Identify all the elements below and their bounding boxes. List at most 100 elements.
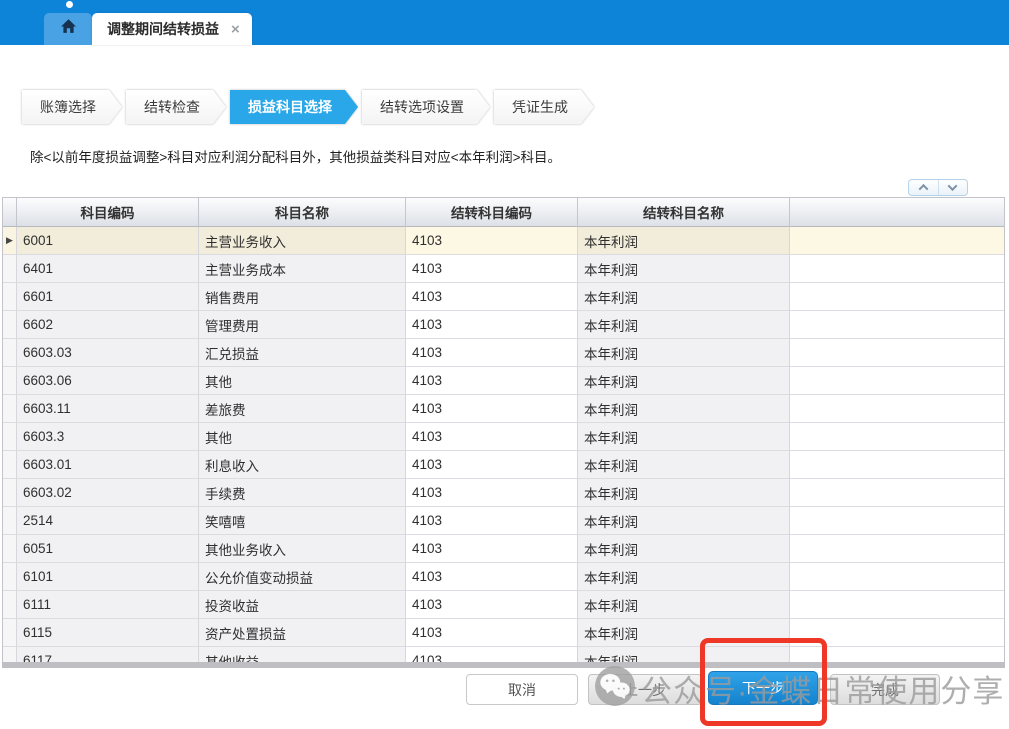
scroll-down-button[interactable] — [938, 180, 968, 195]
cell-subject-code[interactable]: 6401 — [17, 255, 199, 283]
cell-subject-code[interactable]: 6603.03 — [17, 339, 199, 367]
cell-subject-code[interactable]: 6601 — [17, 283, 199, 311]
cell-target-code[interactable]: 4103 — [406, 423, 578, 451]
cell-target-code[interactable]: 4103 — [406, 395, 578, 423]
table-row[interactable]: 6051 其他业务收入 4103 本年利润 — [3, 535, 1004, 563]
table-row[interactable]: 6603.01 利息收入 4103 本年利润 — [3, 451, 1004, 479]
cell-target-code[interactable]: 4103 — [406, 227, 578, 255]
cell-subject-name[interactable]: 其他 — [199, 367, 406, 395]
wizard-step-2[interactable]: 结转检查 — [126, 90, 226, 124]
table-row[interactable]: 6101 公允价值变动损益 4103 本年利润 — [3, 563, 1004, 591]
cell-target-name[interactable]: 本年利润 — [578, 339, 790, 367]
cell-target-code[interactable]: 4103 — [406, 479, 578, 507]
cell-subject-name[interactable]: 差旅费 — [199, 395, 406, 423]
cell-target-name[interactable]: 本年利润 — [578, 227, 790, 255]
table-row[interactable]: 6601 销售费用 4103 本年利润 — [3, 283, 1004, 311]
cell-target-name[interactable]: 本年利润 — [578, 255, 790, 283]
cell-subject-name[interactable]: 主营业务成本 — [199, 255, 406, 283]
cell-target-code[interactable]: 4103 — [406, 647, 578, 662]
table-row[interactable]: 6603.02 手续费 4103 本年利润 — [3, 479, 1004, 507]
cell-target-name[interactable]: 本年利润 — [578, 479, 790, 507]
cell-target-name[interactable]: 本年利润 — [578, 507, 790, 535]
cell-target-name[interactable]: 本年利润 — [578, 311, 790, 339]
cell-subject-name[interactable]: 其他业务收入 — [199, 535, 406, 563]
cell-target-code[interactable]: 4103 — [406, 507, 578, 535]
cell-target-name[interactable]: 本年利润 — [578, 619, 790, 647]
next-step-button[interactable]: 下一步 — [708, 671, 818, 705]
cell-subject-name[interactable]: 手续费 — [199, 479, 406, 507]
cell-target-code[interactable]: 4103 — [406, 591, 578, 619]
cell-subject-name[interactable]: 汇兑损益 — [199, 339, 406, 367]
cell-subject-code[interactable]: 6051 — [17, 535, 199, 563]
cell-subject-code[interactable]: 6603.02 — [17, 479, 199, 507]
cell-subject-name[interactable]: 资产处置损益 — [199, 619, 406, 647]
cell-target-name[interactable]: 本年利润 — [578, 367, 790, 395]
table-bottom-scrollbar[interactable] — [2, 662, 1005, 668]
finish-button[interactable]: 完成 — [830, 674, 940, 705]
home-tab[interactable] — [44, 13, 92, 45]
cell-target-name[interactable]: 本年利润 — [578, 283, 790, 311]
cell-subject-code[interactable]: 6603.3 — [17, 423, 199, 451]
cell-subject-code[interactable]: 2514 — [17, 507, 199, 535]
wizard-step-3[interactable]: 损益科目选择 — [230, 90, 358, 124]
table-row[interactable]: 6602 管理费用 4103 本年利润 — [3, 311, 1004, 339]
cell-subject-name[interactable]: 利息收入 — [199, 451, 406, 479]
cell-subject-name[interactable]: 公允价值变动损益 — [199, 563, 406, 591]
cell-target-code[interactable]: 4103 — [406, 255, 578, 283]
cell-target-name[interactable]: 本年利润 — [578, 423, 790, 451]
cell-target-code[interactable]: 4103 — [406, 311, 578, 339]
cell-subject-code[interactable]: 6115 — [17, 619, 199, 647]
cancel-button[interactable]: 取消 — [466, 674, 578, 705]
table-row[interactable]: 6117 其他收益 4103 本年利润 — [3, 647, 1004, 662]
cell-subject-name[interactable]: 管理费用 — [199, 311, 406, 339]
cell-target-name[interactable]: 本年利润 — [578, 451, 790, 479]
cell-target-code[interactable]: 4103 — [406, 367, 578, 395]
table-row[interactable]: 6111 投资收益 4103 本年利润 — [3, 591, 1004, 619]
table-row[interactable]: 6603.03 汇兑损益 4103 本年利润 — [3, 339, 1004, 367]
cell-subject-code[interactable]: 6603.01 — [17, 451, 199, 479]
cell-subject-code[interactable]: 6111 — [17, 591, 199, 619]
cell-target-code[interactable]: 4103 — [406, 283, 578, 311]
scroll-up-button[interactable] — [909, 180, 938, 195]
cell-subject-code[interactable]: 6602 — [17, 311, 199, 339]
table-row[interactable]: ▶ 6001 主营业务收入 4103 本年利润 — [3, 227, 1004, 255]
cell-subject-name[interactable]: 笑嘻嘻 — [199, 507, 406, 535]
table-row[interactable]: 6603.11 差旅费 4103 本年利润 — [3, 395, 1004, 423]
cell-target-name[interactable]: 本年利润 — [578, 591, 790, 619]
table-row[interactable]: 6401 主营业务成本 4103 本年利润 — [3, 255, 1004, 283]
tab-carryover-profit-loss[interactable]: 调整期间结转损益 × — [92, 13, 252, 45]
wizard-step-4[interactable]: 结转选项设置 — [362, 90, 490, 124]
cell-target-code[interactable]: 4103 — [406, 619, 578, 647]
close-icon[interactable]: × — [231, 22, 240, 37]
cell-subject-code[interactable]: 6001 — [17, 227, 199, 255]
cell-target-code[interactable]: 4103 — [406, 339, 578, 367]
cell-subject-name[interactable]: 主营业务收入 — [199, 227, 406, 255]
cell-filler — [790, 395, 1004, 423]
cell-subject-name[interactable]: 投资收益 — [199, 591, 406, 619]
cell-target-name[interactable]: 本年利润 — [578, 535, 790, 563]
previous-step-button[interactable]: 上一步 — [588, 674, 702, 705]
wizard-step-1[interactable]: 账簿选择 — [22, 90, 122, 124]
cell-subject-code[interactable]: 6603.06 — [17, 367, 199, 395]
cell-subject-code[interactable]: 6603.11 — [17, 395, 199, 423]
cell-target-name[interactable]: 本年利润 — [578, 563, 790, 591]
cell-target-name[interactable]: 本年利润 — [578, 647, 790, 662]
cell-subject-name[interactable]: 其他 — [199, 423, 406, 451]
wizard-step-5[interactable]: 凭证生成 — [494, 90, 594, 124]
column-header[interactable]: 科目编码 — [17, 198, 199, 227]
cell-subject-name[interactable]: 其他收益 — [199, 647, 406, 662]
table-row[interactable]: 6603.3 其他 4103 本年利润 — [3, 423, 1004, 451]
cell-target-name[interactable]: 本年利润 — [578, 395, 790, 423]
cell-subject-code[interactable]: 6117 — [17, 647, 199, 662]
cell-target-code[interactable]: 4103 — [406, 451, 578, 479]
cell-target-code[interactable]: 4103 — [406, 535, 578, 563]
cell-subject-code[interactable]: 6101 — [17, 563, 199, 591]
column-header[interactable]: 科目名称 — [199, 198, 406, 227]
table-row[interactable]: 2514 笑嘻嘻 4103 本年利润 — [3, 507, 1004, 535]
table-row[interactable]: 6115 资产处置损益 4103 本年利润 — [3, 619, 1004, 647]
cell-target-code[interactable]: 4103 — [406, 563, 578, 591]
column-header[interactable]: 结转科目名称 — [578, 198, 790, 227]
cell-subject-name[interactable]: 销售费用 — [199, 283, 406, 311]
table-row[interactable]: 6603.06 其他 4103 本年利润 — [3, 367, 1004, 395]
column-header[interactable]: 结转科目编码 — [406, 198, 578, 227]
